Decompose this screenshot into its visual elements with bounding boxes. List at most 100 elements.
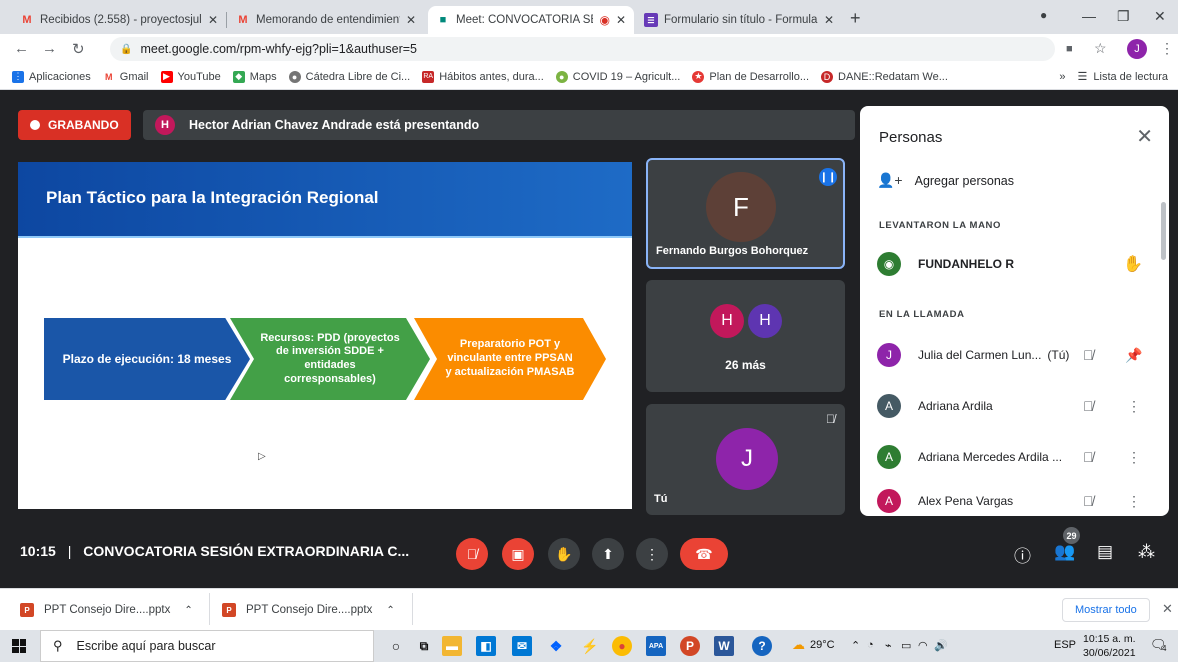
panel-scrollbar[interactable]	[1161, 202, 1166, 260]
participant-row[interactable]: J Julia del Carmen Lun... (Tú) 🎙̸ 📌	[877, 340, 1157, 370]
mail-icon[interactable]: ✉	[512, 636, 532, 656]
close-panel-icon[interactable]: ✕	[1136, 124, 1153, 149]
app-icon[interactable]: APA	[646, 636, 666, 656]
weather-icon[interactable]: ☁	[792, 637, 805, 653]
end-call-button[interactable]: ☎	[680, 538, 728, 570]
more-options-icon[interactable]: ⋮	[1127, 449, 1141, 466]
camera-toggle-button[interactable]: ▣	[502, 538, 534, 570]
cortana-icon[interactable]: ○	[386, 636, 406, 656]
present-button[interactable]: ⬆	[592, 538, 624, 570]
gmail-icon: M	[238, 14, 248, 26]
bookmark-dane[interactable]: D DANE::Redatam We...	[821, 70, 948, 83]
show-all-button[interactable]: Mostrar todo	[1062, 598, 1150, 622]
chrome-icon[interactable]: ●	[612, 636, 632, 656]
forms-icon: ☰	[644, 13, 658, 27]
dropbox-icon[interactable]: ❖	[546, 636, 566, 656]
download-item[interactable]: P PPT Consejo Dire....pptx ⌃	[222, 599, 395, 621]
raised-hand-icon[interactable]: ✋	[1123, 254, 1143, 274]
taskbar-clock[interactable]: 10:15 a. m. 30/06/2021	[1083, 632, 1136, 660]
bookmark-maps[interactable]: ◆ Maps	[232, 70, 277, 83]
people-panel: Personas ✕ 👤+ Agregar personas LEVANTARO…	[860, 106, 1169, 516]
chat-icon[interactable]: ▤	[1097, 542, 1113, 562]
bookmark-label: YouTube	[177, 70, 221, 83]
restore-button[interactable]: ❐	[1117, 8, 1130, 25]
bookmark-plan[interactable]: ★ Plan de Desarrollo...	[692, 70, 809, 83]
tab-search-icon[interactable]: ●	[1040, 8, 1047, 22]
bookmark-covid[interactable]: ● COVID 19 – Agricult...	[555, 70, 680, 83]
mic-toggle-button[interactable]: 🎙̸	[456, 538, 488, 570]
bookmark-gmail[interactable]: M Gmail	[103, 71, 148, 83]
download-item[interactable]: P PPT Consejo Dire....pptx ⌃	[20, 599, 193, 621]
raise-hand-button[interactable]: ✋	[548, 538, 580, 570]
participant-tile-group[interactable]: H H 26 más	[646, 280, 845, 392]
participant-row[interactable]: A Alex Pena Vargas 🎙̸ ⋮	[877, 486, 1157, 516]
participant-avatar: A	[877, 445, 901, 469]
raised-hand-row[interactable]: ◉ FUNDANHELO R ✋	[877, 249, 1157, 279]
chevron-up-icon[interactable]: ⌃	[184, 605, 192, 616]
bookmark-catedra[interactable]: ● Cátedra Libre de Ci...	[288, 70, 410, 83]
people-icon[interactable]: 👥	[1054, 542, 1075, 562]
close-tab-icon[interactable]: ✕	[824, 13, 834, 27]
back-icon[interactable]: ←	[14, 40, 29, 57]
bookmark-star-icon[interactable]: ☆	[1094, 40, 1107, 57]
close-downloads-icon[interactable]: ✕	[1162, 601, 1173, 617]
windows-start-icon[interactable]	[12, 639, 26, 653]
taskbar-search[interactable]: ⚲ Escribe aquí para buscar	[40, 630, 374, 662]
close-window-button[interactable]: ✕	[1154, 8, 1166, 25]
close-tab-icon[interactable]: ✕	[616, 13, 626, 27]
task-view-icon[interactable]: ⧉	[414, 636, 434, 656]
wifi-icon[interactable]: ◠	[918, 639, 928, 652]
bookmark-apps[interactable]: ⋮ Aplicaciones	[12, 70, 91, 83]
close-tab-icon[interactable]: ✕	[406, 13, 416, 27]
self-tile[interactable]: J 🎙̸ Tú	[646, 404, 845, 515]
new-tab-button[interactable]: +	[850, 8, 861, 29]
more-options-button[interactable]: ⋮	[636, 538, 668, 570]
usb-icon[interactable]: ⌁	[885, 639, 892, 652]
slide-step: Preparatorio POT y vinculante entre PPSA…	[414, 318, 606, 400]
tab-gmail-inbox[interactable]: M Recibidos (2.558) - proyectosjulu ✕	[12, 6, 226, 34]
participant-row[interactable]: A Adriana Ardila 🎙̸ ⋮	[877, 391, 1157, 421]
participant-tile[interactable]: F ❙❙ Fernando Burgos Bohorquez	[646, 158, 845, 269]
bookmark-youtube[interactable]: ▶ YouTube	[160, 70, 221, 83]
tab-forms[interactable]: ☰ Formulario sin título - Formulario ✕	[636, 6, 842, 34]
bolt-icon[interactable]: ⚡	[580, 636, 600, 656]
ra-icon: RA	[422, 70, 435, 83]
meeting-details-icon[interactable]: ⓘ	[1014, 542, 1031, 567]
bookmark-habitos[interactable]: RA Hábitos antes, dura...	[422, 70, 544, 83]
bookmark-label: Aplicaciones	[29, 70, 91, 83]
tab-memorando[interactable]: M Memorando de entendimiento-C ✕	[228, 6, 424, 34]
pin-icon[interactable]: 📌	[1125, 347, 1142, 364]
more-options-icon[interactable]: ⋮	[1127, 398, 1141, 415]
add-people-button[interactable]: 👤+ Agregar personas	[877, 172, 1014, 189]
chevron-up-icon[interactable]: ⌃	[851, 639, 860, 652]
reload-icon[interactable]: ↻	[72, 40, 85, 58]
minimize-button[interactable]: —	[1082, 8, 1096, 24]
help-icon[interactable]: ?	[752, 636, 772, 656]
store-icon[interactable]: ◧	[476, 636, 496, 656]
url-field[interactable]: 🔒 meet.google.com/rpm-whfy-ejg?pli=1&aut…	[110, 37, 1055, 61]
powerpoint-icon[interactable]: P	[680, 636, 700, 656]
language-indicator[interactable]: ESP	[1054, 639, 1076, 651]
word-icon[interactable]: W	[714, 636, 734, 656]
battery-icon[interactable]: ▭	[901, 639, 911, 652]
more-bookmarks-button[interactable]: »	[1059, 71, 1065, 83]
close-tab-icon[interactable]: ✕	[208, 13, 218, 27]
camera-icon[interactable]: ■	[1066, 43, 1073, 55]
forward-icon[interactable]: →	[42, 40, 57, 57]
profile-avatar[interactable]: J	[1127, 39, 1147, 59]
tab-meet[interactable]: ■ Meet: CONVOCATORIA SESIC ◉ ✕	[428, 6, 634, 34]
meet-icon: ■	[439, 14, 447, 26]
bookmark-label: Hábitos antes, dura...	[439, 70, 544, 83]
network-icon[interactable]: ◔	[867, 639, 874, 651]
chevron-up-icon[interactable]: ⌃	[386, 605, 394, 616]
reading-list-button[interactable]: Lista de lectura	[1093, 71, 1168, 83]
menu-icon[interactable]: ⋮	[1160, 40, 1174, 57]
tab-separator	[226, 12, 227, 28]
volume-icon[interactable]: 🔊	[934, 639, 948, 652]
more-options-icon[interactable]: ⋮	[1127, 493, 1141, 510]
participant-row[interactable]: A Adriana Mercedes Ardila ... 🎙̸ ⋮	[877, 442, 1157, 472]
weather-temperature[interactable]: 29°C	[810, 639, 835, 651]
file-explorer-icon[interactable]: ▬	[442, 636, 462, 656]
activities-icon[interactable]: ⁂	[1138, 542, 1155, 562]
mouse-cursor-icon: ▷	[258, 451, 266, 462]
